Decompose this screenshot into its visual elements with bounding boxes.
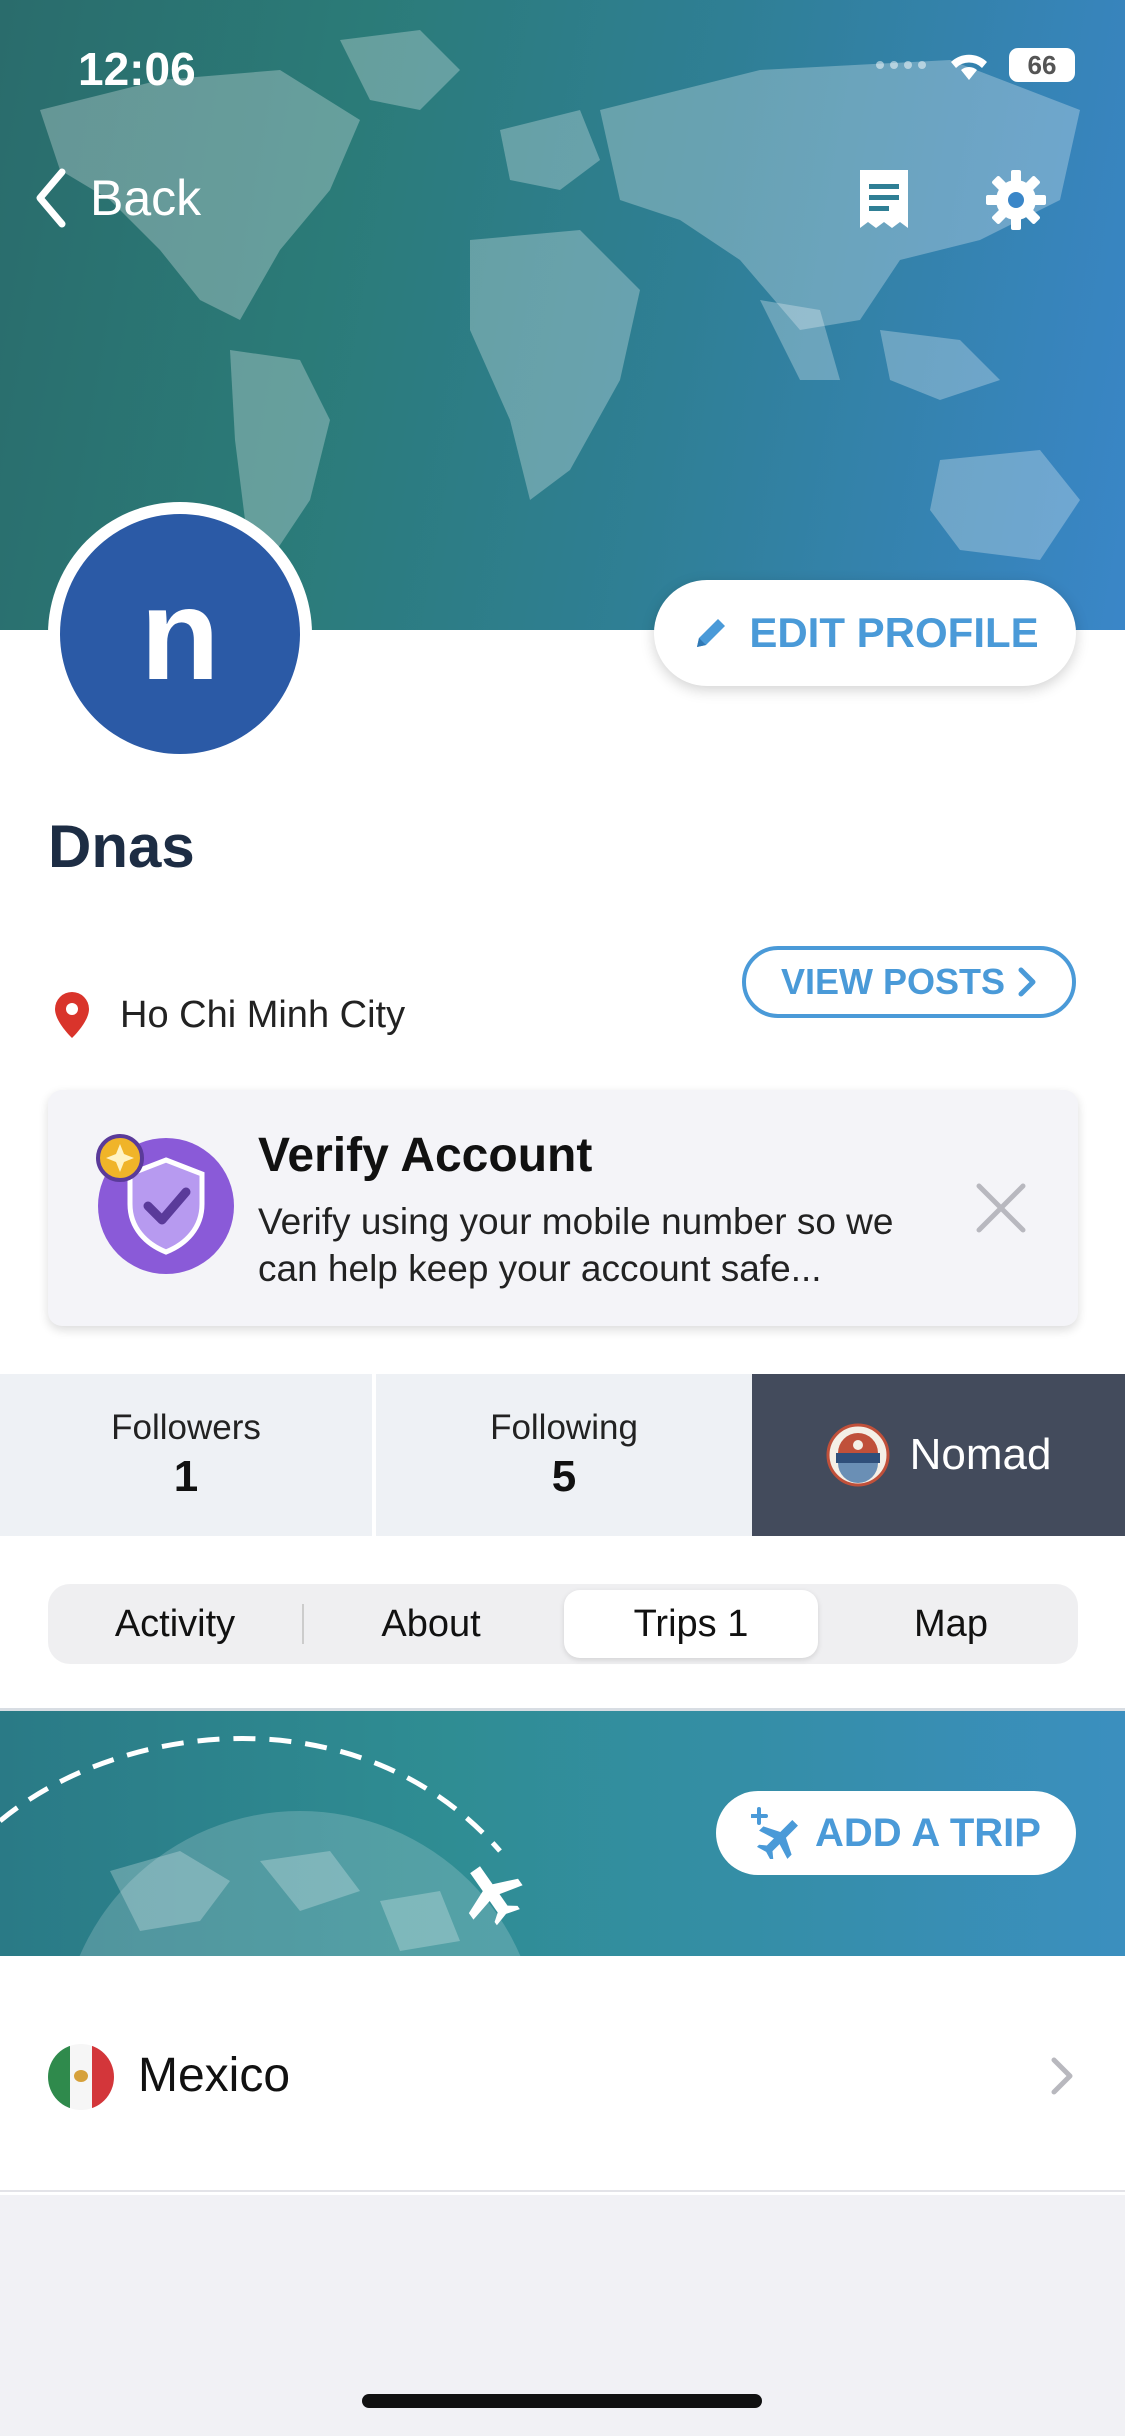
chevron-right-icon [1051, 2057, 1073, 2095]
nomad-label: Nomad [909, 1430, 1052, 1479]
back-label: Back [90, 170, 202, 226]
following-label: Following [490, 1408, 638, 1447]
nomad-badge[interactable]: Nomad [752, 1374, 1125, 1536]
gear-icon[interactable] [984, 168, 1048, 232]
close-icon[interactable] [973, 1180, 1029, 1236]
tab-activity[interactable]: Activity [48, 1590, 302, 1658]
chevron-left-icon [36, 168, 66, 228]
add-plane-icon [751, 1807, 799, 1859]
trip-country-name: Mexico [138, 2049, 291, 2102]
cellular-signal-icon [876, 61, 926, 69]
profile-location: Ho Chi Minh City [52, 990, 405, 1040]
mexico-flag-icon [48, 2044, 114, 2110]
wifi-icon [951, 54, 987, 80]
followers-label: Followers [111, 1408, 261, 1447]
battery-indicator: 66 [1009, 48, 1075, 82]
following-count: 5 [551, 1452, 577, 1501]
pencil-icon [697, 619, 726, 647]
add-trip-button[interactable]: ADD A TRIP [716, 1791, 1076, 1875]
followers-stat[interactable]: Followers 1 [0, 1374, 372, 1536]
status-time: 12:06 [78, 43, 196, 95]
status-bar: 12:06 66 [0, 0, 1125, 140]
edit-profile-button[interactable]: EDIT PROFILE [654, 580, 1076, 686]
tab-about[interactable]: About [304, 1590, 558, 1658]
view-posts-button[interactable]: VIEW POSTS [742, 946, 1076, 1018]
verify-account-card[interactable]: Verify Account Verify using your mobile … [48, 1090, 1078, 1326]
view-posts-label: VIEW POSTS [780, 961, 1006, 1002]
stats-bar: Followers 1 Following 5 Nomad [0, 1374, 1125, 1536]
tab-map[interactable]: Map [824, 1590, 1078, 1658]
chevron-right-icon [1018, 967, 1036, 997]
following-stat[interactable]: Following 5 [376, 1374, 752, 1536]
nomad-badge-icon [826, 1423, 890, 1487]
avatar[interactable]: n [60, 514, 300, 754]
location-pin-icon [55, 992, 89, 1038]
followers-count: 1 [173, 1452, 199, 1501]
home-indicator[interactable] [362, 2394, 762, 2408]
receipt-icon[interactable] [852, 168, 916, 232]
shield-check-icon [96, 1134, 234, 1274]
profile-tabs: Activity About Trips 1 Map [48, 1584, 1078, 1664]
profile-name: Dnas [48, 813, 195, 880]
edit-profile-label: EDIT PROFILE [749, 609, 1039, 656]
verify-description: Verify using your mobile number so we ca… [258, 1201, 894, 1289]
tab-trips[interactable]: Trips 1 [564, 1590, 818, 1658]
trip-list-item[interactable]: Mexico [0, 1956, 1125, 2192]
location-text: Ho Chi Minh City [120, 993, 406, 1036]
back-button[interactable]: Back [34, 168, 201, 228]
verify-title: Verify Account [258, 1129, 593, 1182]
add-trip-label: ADD A TRIP [815, 1810, 1041, 1855]
